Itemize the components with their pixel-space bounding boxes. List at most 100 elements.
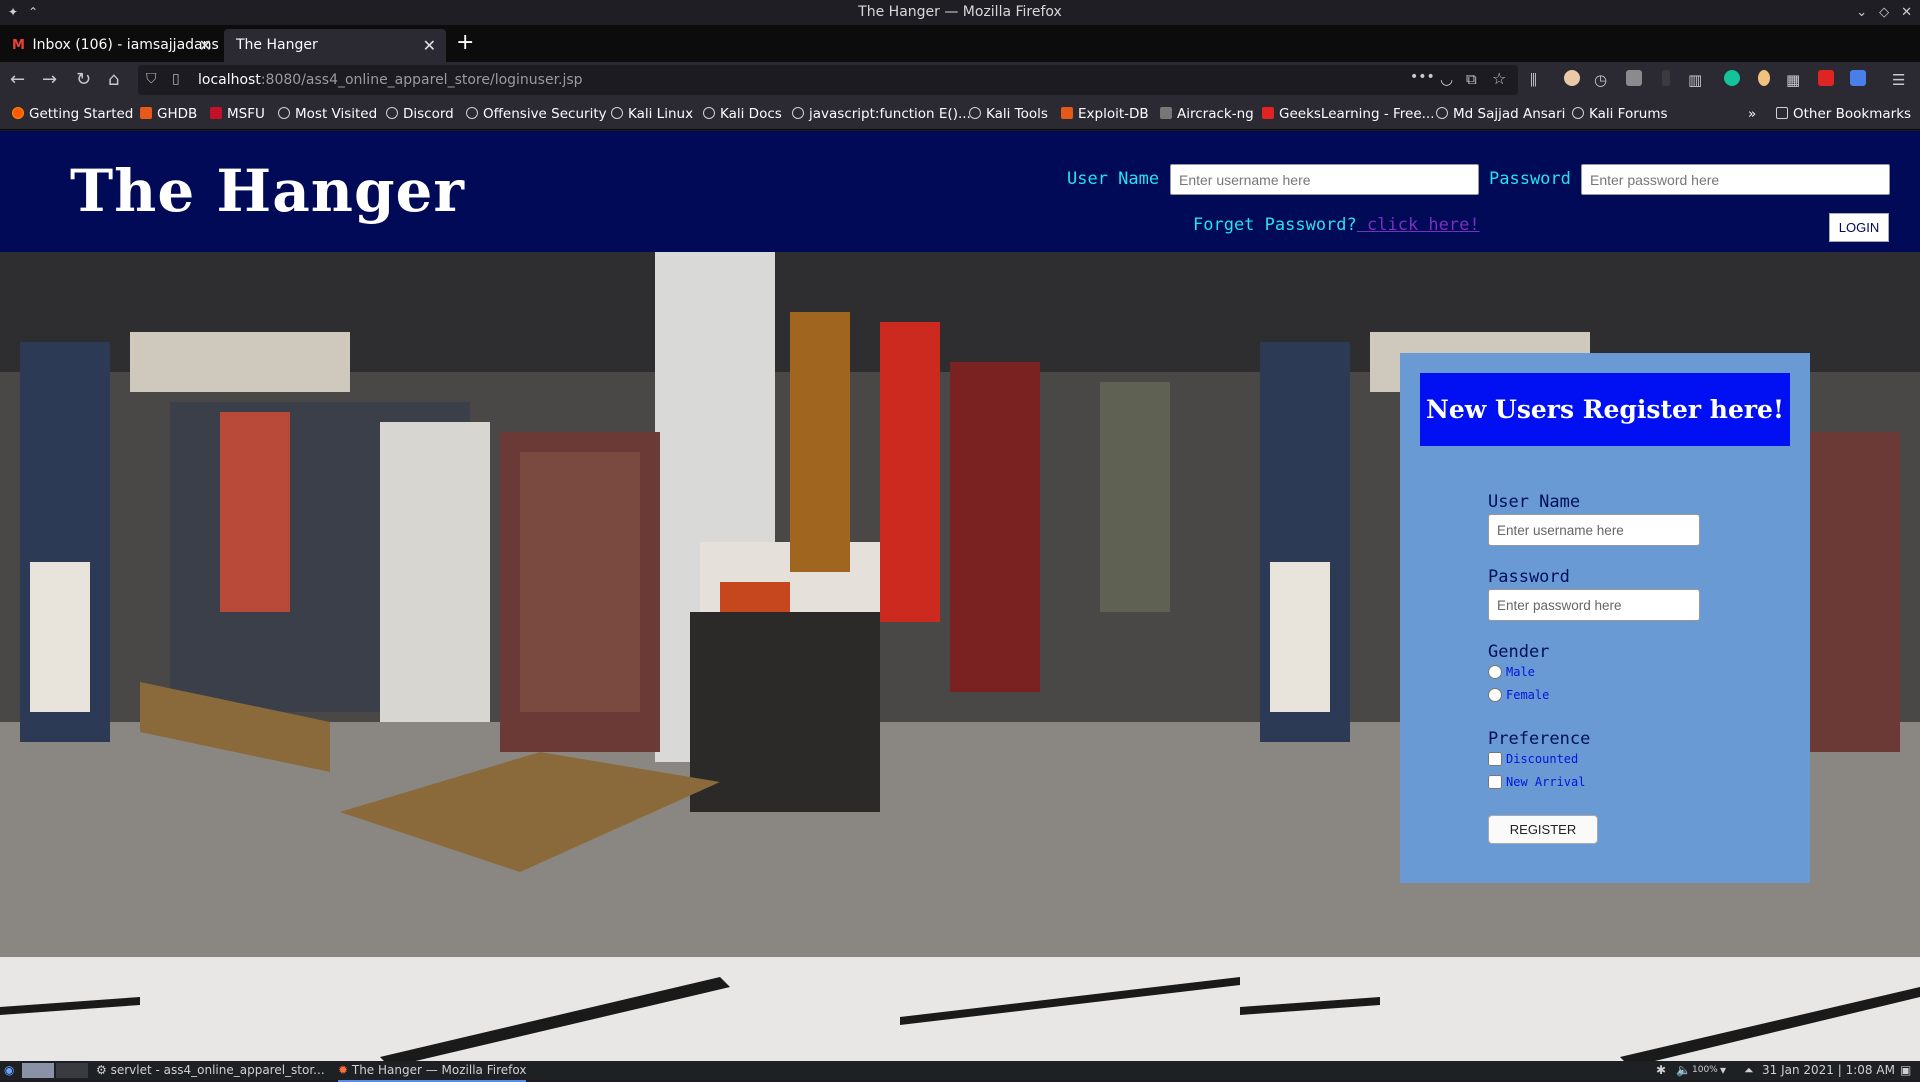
extension-icon[interactable] [1758,70,1770,86]
tab-label: Inbox (106) - iamsajjadans [32,37,219,53]
url-host: localhost [198,72,261,88]
app-menu-icon[interactable]: ✦ [8,0,18,25]
bookmark-ghdb[interactable]: GHDB [140,98,197,130]
volume-icon[interactable]: 🔈 [1676,1061,1691,1080]
close-tab-icon[interactable]: ✕ [199,29,212,62]
bookmark-kali-tools[interactable]: Kali Tools [969,98,1048,130]
store-background-image-lower [0,957,1240,1061]
close-tab-icon[interactable]: ✕ [423,29,436,62]
grammarly-icon[interactable] [1724,70,1740,86]
bookmark-kali-docs[interactable]: Kali Docs [703,98,782,130]
bookmark-aircrack-ng[interactable]: Aircrack-ng [1160,98,1254,130]
bookmark-exploit-db[interactable]: Exploit-DB [1061,98,1149,130]
forgot-password-text: Forget Password? [1193,215,1357,235]
new-arrival-checkbox[interactable] [1488,775,1502,789]
bookmark-most-visited[interactable]: Most Visited [278,98,377,130]
menu-icon[interactable]: ☰ [1892,68,1905,92]
other-bookmarks[interactable]: Other Bookmarks [1776,98,1911,130]
start-menu-icon[interactable]: ◉ [4,1061,14,1080]
extension-icon[interactable] [1818,70,1834,86]
minimize-icon[interactable]: ⌄ [1856,0,1867,25]
exploit-db-icon [1061,107,1073,119]
back-icon[interactable]: ← [10,68,25,92]
navigation-toolbar: ← → ↻ ⌂ ⛉ ▯ localhost:8080/ass4_online_a… [0,62,1920,98]
taskbar-task-firefox[interactable]: ✹ The Hanger — Mozilla Firefox [338,1061,527,1082]
bookmark-javascript[interactable]: javascript:function E()... [792,98,971,130]
translate-extension-icon[interactable] [1850,70,1866,86]
preference-option-discounted[interactable]: Discounted [1488,752,1578,766]
new-tab-icon[interactable]: + [456,29,474,57]
library-icon[interactable]: ⫼ [1530,68,1537,92]
volume-level: 100% [1692,1065,1718,1075]
tab-the-hanger[interactable]: The Hanger ✕ [224,29,446,62]
taskbar-task-servlet[interactable]: ⚙ servlet - ass4_online_apparel_stor... [96,1061,325,1080]
tray-expand-icon[interactable]: ⏶ [1744,1061,1754,1080]
register-button[interactable]: REGISTER [1488,815,1598,844]
globe-icon [611,107,623,119]
barcode-icon[interactable]: ▥ [1688,68,1702,92]
gender-female-radio[interactable] [1488,688,1502,702]
login-button[interactable]: LOGIN [1829,213,1889,242]
globe-icon [969,107,981,119]
bookmark-star-icon[interactable]: ☆ [1492,69,1506,88]
url-bar[interactable]: ⛉ ▯ localhost:8080/ass4_online_apparel_s… [138,65,1518,95]
bookmark-md-sajjad-ansari[interactable]: Md Sajjad Ansari [1436,98,1565,130]
globe-icon [1572,107,1584,119]
login-password-input[interactable] [1581,164,1890,195]
extension-icon[interactable] [1626,70,1642,86]
page-actions-icon[interactable]: ••• [1410,69,1435,85]
app-icon: ⚙ [96,1063,111,1077]
workspace-2[interactable] [56,1063,88,1078]
workspace-1[interactable] [22,1063,54,1078]
close-window-icon[interactable]: ✕ [1901,0,1912,25]
account-avatar-icon[interactable] [1564,70,1580,86]
gender-male-radio[interactable] [1488,665,1502,679]
wifi-icon[interactable]: ▾ [1720,1061,1726,1080]
aircrack-icon [1160,107,1172,119]
preference-label: Preference [1488,729,1591,749]
site-header: The Hanger User Name Password Forget Pas… [0,131,1920,252]
bookmark-discord[interactable]: Discord [386,98,454,130]
bookmark-geekslearning[interactable]: GeeksLearning - Free... [1262,98,1435,130]
clock[interactable]: 31 Jan 2021 | 1:08 AM [1762,1061,1895,1080]
gender-option-male[interactable]: Male [1488,665,1535,679]
home-icon[interactable]: ⌂ [108,68,119,92]
extension-icon[interactable] [1662,70,1670,86]
bookmark-kali-linux[interactable]: Kali Linux [611,98,693,130]
gender-option-female[interactable]: Female [1488,688,1549,702]
pocket-icon[interactable]: ◡ [1440,70,1453,88]
translate-icon[interactable]: ⧉ [1466,70,1477,88]
preference-option-new-arrival[interactable]: New Arrival [1488,775,1585,789]
keep-above-icon[interactable]: ⌃ [28,0,38,25]
bookmark-kali-forums[interactable]: Kali Forums [1572,98,1668,130]
geekslearning-icon [1262,107,1274,119]
store-background-image [0,252,1240,957]
discounted-checkbox[interactable] [1488,752,1502,766]
forward-icon[interactable]: → [42,68,57,92]
bookmark-msfu[interactable]: MSFU [210,98,265,130]
tab-inbox[interactable]: M Inbox (106) - iamsajjadans ✕ [0,29,222,62]
gear-icon [278,107,290,119]
network-icon[interactable]: ✱ [1656,1061,1666,1080]
reload-icon[interactable]: ↻ [76,68,91,92]
folder-icon [1776,107,1788,119]
bookmark-offensive-security[interactable]: Offensive Security [466,98,607,130]
page-info-icon[interactable]: ▯ [172,71,180,87]
store-background-image-lower-tile [1240,957,1920,1061]
notification-icon[interactable]: ▣ [1900,1061,1911,1080]
login-username-input[interactable] [1170,164,1479,195]
register-username-input[interactable] [1488,514,1700,546]
maximize-icon[interactable]: ◇ [1879,0,1889,25]
history-icon[interactable]: ◷ [1594,68,1607,92]
bookmarks-overflow-icon[interactable]: » [1748,98,1756,130]
globe-icon [703,107,715,119]
ghdb-icon [140,107,152,119]
bookmark-getting-started[interactable]: Getting Started [12,98,133,130]
msfu-icon [210,107,222,119]
grid-icon[interactable]: ▦ [1786,68,1800,92]
forgot-password-link[interactable]: click here! [1357,215,1480,235]
shield-icon[interactable]: ⛉ [146,71,157,87]
globe-icon [466,107,478,119]
url-path: :8080/ass4_online_apparel_store/loginuse… [260,72,583,88]
register-password-input[interactable] [1488,589,1700,621]
